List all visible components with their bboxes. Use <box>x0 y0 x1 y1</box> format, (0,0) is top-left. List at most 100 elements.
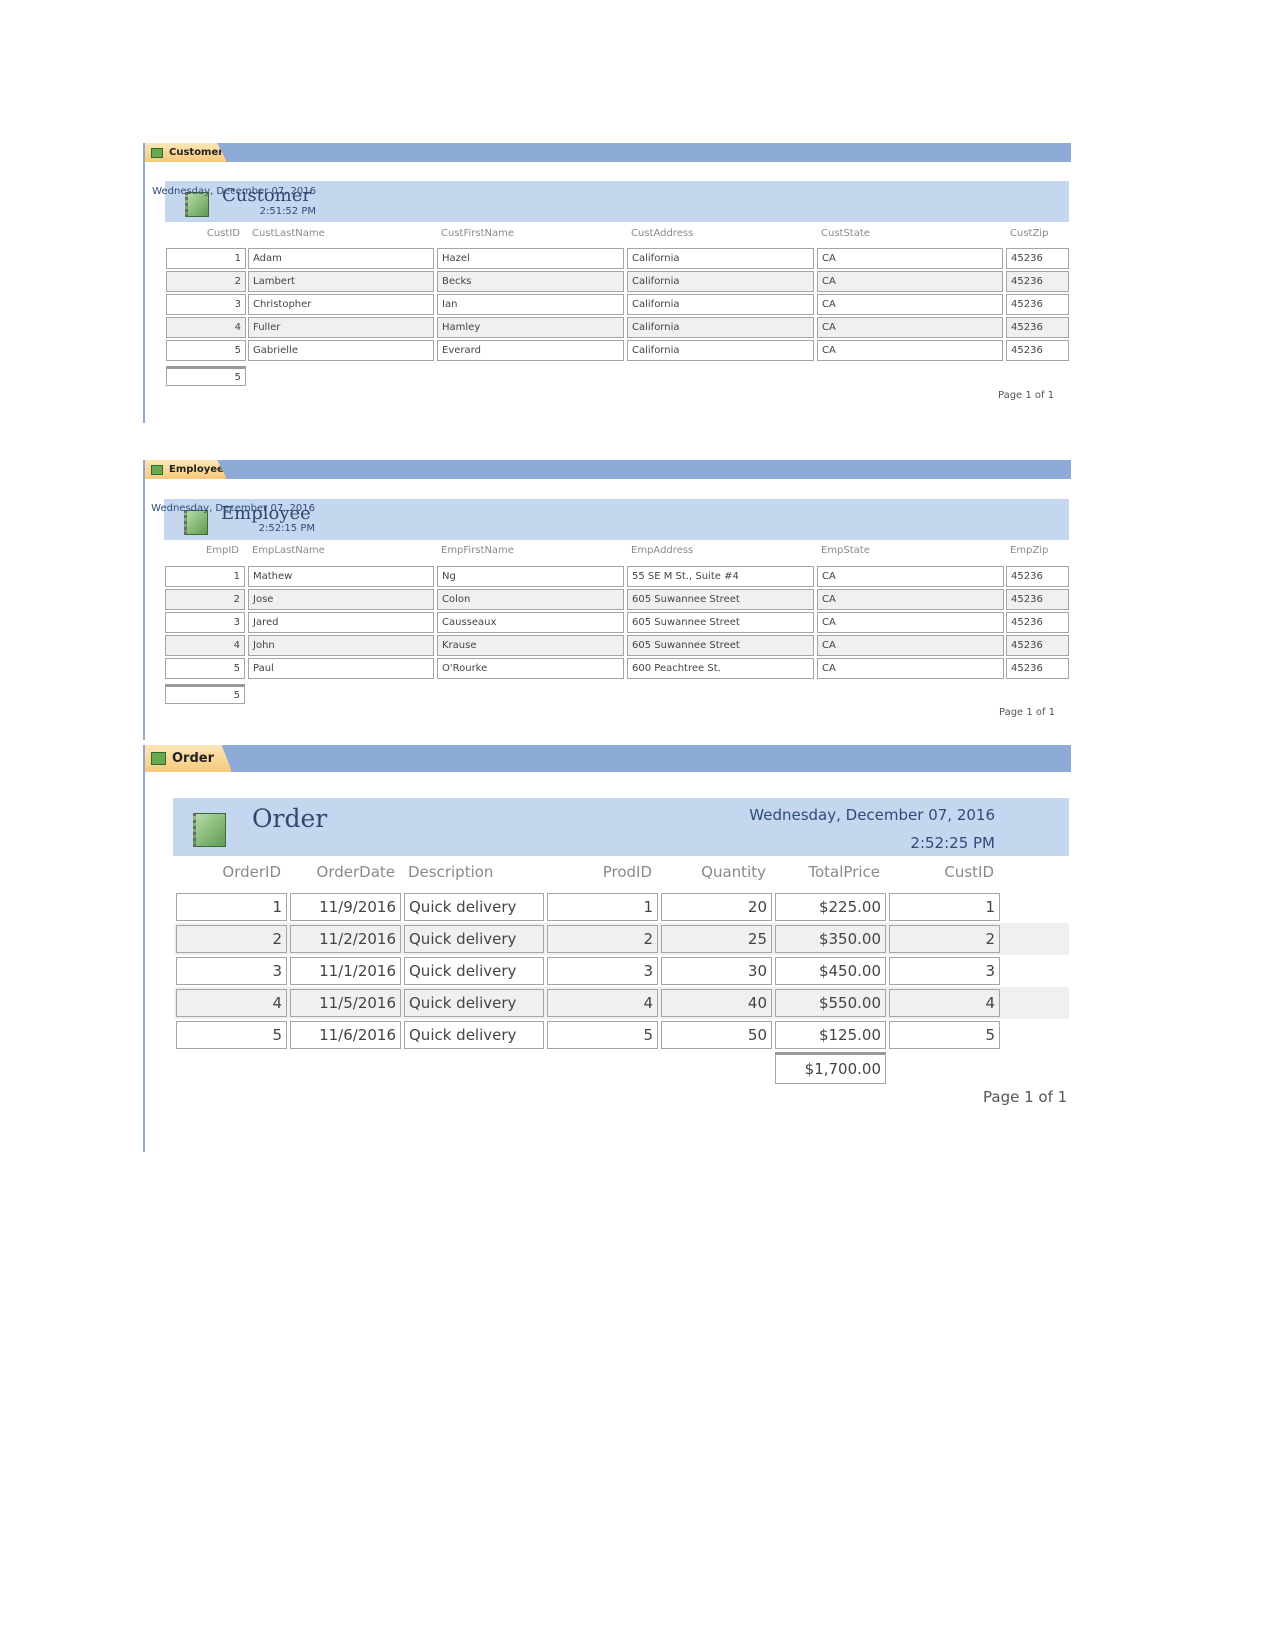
table-cell: 45236 <box>1006 635 1069 656</box>
table-cell: 2 <box>547 925 658 953</box>
table-cell: 3 <box>176 957 287 985</box>
table-cell: Jose <box>248 589 434 610</box>
table-cell: California <box>627 340 814 361</box>
table-cell: 50 <box>661 1021 772 1049</box>
table-cell: Quick delivery <box>404 989 544 1017</box>
table-cell: 4 <box>166 317 246 338</box>
table-cell: CA <box>817 340 1003 361</box>
table-cell: 3 <box>547 957 658 985</box>
table-cell: 5 <box>547 1021 658 1049</box>
column-header: CustAddress <box>631 228 694 239</box>
column-header: EmpAddress <box>631 545 694 556</box>
table-cell: 1 <box>176 893 287 921</box>
table-cell: $125.00 <box>775 1021 886 1049</box>
table-cell: Ng <box>437 566 624 587</box>
report-title: Order <box>252 804 328 833</box>
table-cell: 2 <box>889 925 1000 953</box>
report-total: 5 <box>165 684 245 704</box>
report-tab-label: Order <box>172 751 214 766</box>
table-cell: 5 <box>165 658 245 679</box>
table-cell: CA <box>817 635 1004 656</box>
report-date: Wednesday, December 07, 2016 <box>749 806 995 824</box>
report-tab-bar: Employee <box>145 460 1071 479</box>
table-cell: 40 <box>661 989 772 1017</box>
table-cell: 605 Suwannee Street <box>627 612 814 633</box>
table-cell: 1 <box>165 566 245 587</box>
column-header: CustState <box>821 228 870 239</box>
column-header: OrderDate <box>316 863 395 881</box>
table-cell: 45236 <box>1006 566 1069 587</box>
table-cell: Paul <box>248 658 434 679</box>
table-cell: CA <box>817 612 1004 633</box>
report-tab[interactable]: Customer <box>145 143 227 162</box>
table-cell: 30 <box>661 957 772 985</box>
table-cell: 45236 <box>1006 340 1069 361</box>
table-cell: CA <box>817 589 1004 610</box>
table-cell: 45236 <box>1006 248 1069 269</box>
table-cell: Causseaux <box>437 612 624 633</box>
column-header: CustFirstName <box>441 228 514 239</box>
table-cell: 20 <box>661 893 772 921</box>
table-cell: 3 <box>889 957 1000 985</box>
column-header: Quantity <box>701 863 766 881</box>
table-cell: CA <box>817 294 1003 315</box>
table-cell: California <box>627 317 814 338</box>
table-cell: 11/6/2016 <box>290 1021 401 1049</box>
table-cell: 4 <box>547 989 658 1017</box>
table-cell: 1 <box>166 248 246 269</box>
table-cell: 605 Suwannee Street <box>627 589 814 610</box>
table-cell: 45236 <box>1006 658 1069 679</box>
column-header: CustID <box>944 863 994 881</box>
table-cell: Jared <box>248 612 434 633</box>
column-header: Description <box>408 863 494 881</box>
report-time: 2:51:52 PM <box>259 206 316 217</box>
table-cell: CA <box>817 566 1004 587</box>
table-cell: 4 <box>889 989 1000 1017</box>
table-cell: Krause <box>437 635 624 656</box>
report-icon <box>151 464 163 475</box>
table-cell: 600 Peachtree St. <box>627 658 814 679</box>
report-date: Wednesday, December 07, 2016 <box>152 186 316 197</box>
report-tab[interactable]: Employee <box>145 460 227 479</box>
report-tab-label: Customer <box>169 147 224 158</box>
column-header: EmpZip <box>1010 545 1049 556</box>
page-number: Page 1 of 1 <box>998 390 1055 401</box>
table-cell: Lambert <box>248 271 434 292</box>
table-cell: 4 <box>165 635 245 656</box>
table-cell: 45236 <box>1006 294 1069 315</box>
table-cell: Quick delivery <box>404 957 544 985</box>
column-header: ProdID <box>602 863 652 881</box>
table-cell: 1 <box>889 893 1000 921</box>
table-cell: Quick delivery <box>404 925 544 953</box>
column-header: EmpLastName <box>252 545 325 556</box>
table-cell: $550.00 <box>775 989 886 1017</box>
table-cell: Ian <box>437 294 624 315</box>
table-cell: 45236 <box>1006 271 1069 292</box>
table-cell: 11/9/2016 <box>290 893 401 921</box>
table-cell: 45236 <box>1006 589 1069 610</box>
table-cell: 1 <box>547 893 658 921</box>
table-cell: Hamley <box>437 317 624 338</box>
table-cell: Quick delivery <box>404 1021 544 1049</box>
table-cell: 3 <box>166 294 246 315</box>
page-number: Page 1 of 1 <box>983 1088 1068 1106</box>
table-cell: Everard <box>437 340 624 361</box>
table-cell: O'Rourke <box>437 658 624 679</box>
table-cell: 11/2/2016 <box>290 925 401 953</box>
table-cell: 5 <box>166 340 246 361</box>
column-header: TotalPrice <box>808 863 880 881</box>
report-tab[interactable]: Order <box>145 745 232 772</box>
report-icon <box>151 752 166 765</box>
report-book-icon <box>193 813 226 847</box>
table-cell: Quick delivery <box>404 893 544 921</box>
table-cell: California <box>627 271 814 292</box>
table-cell: California <box>627 248 814 269</box>
table-cell: 605 Suwannee Street <box>627 635 814 656</box>
column-header: CustID <box>206 228 240 239</box>
table-cell: Colon <box>437 589 624 610</box>
table-cell: 2 <box>166 271 246 292</box>
column-header: OrderID <box>222 863 281 881</box>
table-cell: 25 <box>661 925 772 953</box>
column-header: CustLastName <box>252 228 325 239</box>
table-cell: Mathew <box>248 566 434 587</box>
